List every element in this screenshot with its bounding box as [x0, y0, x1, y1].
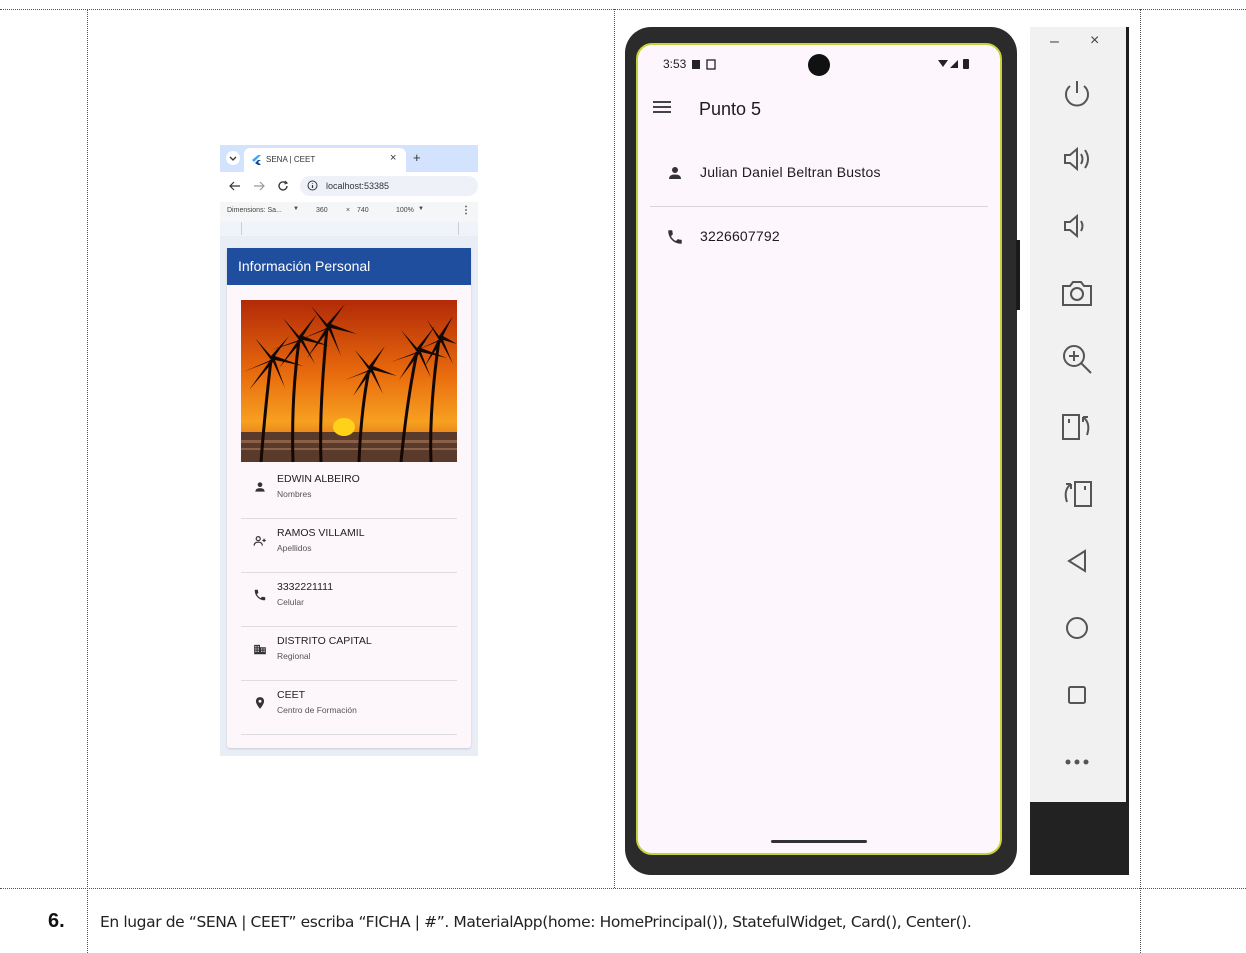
item-title: CEET — [277, 689, 306, 701]
app-bar: Información Personal — [227, 248, 471, 285]
tile-text: 3226607792 — [700, 228, 780, 244]
forward-arrow-icon[interactable] — [253, 181, 265, 191]
phone-icon — [668, 230, 682, 244]
tab-close-button[interactable]: × — [390, 152, 396, 164]
status-time: 3:53 — [663, 57, 687, 71]
person-add-icon — [253, 536, 266, 546]
item-subtitle: Nombres — [277, 489, 312, 499]
table-col-divider-2 — [614, 9, 615, 888]
app-title: Punto 5 — [699, 99, 762, 119]
dimensions-select[interactable]: Dimensions: Sa... — [227, 207, 282, 214]
back-arrow-icon[interactable] — [229, 181, 241, 191]
more-icon[interactable] — [1059, 744, 1095, 780]
item-title: DISTRITO CAPITAL — [277, 635, 372, 647]
chevron-down-icon — [229, 156, 237, 161]
rotate-right-icon[interactable] — [1059, 476, 1095, 512]
item-subtitle: Centro de Formación — [277, 705, 357, 715]
emulator-toolbar: – × — [1030, 27, 1126, 802]
browser-tab[interactable]: SENA | CEET × — [244, 148, 406, 172]
table-border-top — [0, 9, 1246, 10]
row-number: 6. — [48, 910, 65, 932]
item-title: EDWIN ALBEIRO — [277, 473, 360, 485]
devtools-ruler — [220, 222, 478, 236]
close-button[interactable]: × — [1090, 32, 1099, 50]
app-bar-title: Información Personal — [238, 258, 371, 274]
status-system-icons — [938, 59, 969, 69]
more-vert-icon[interactable]: ⋮ — [461, 205, 471, 216]
flutter-logo-icon — [252, 155, 261, 165]
sunset-palms-image — [241, 300, 457, 462]
caret-down-icon: ▼ — [293, 206, 299, 212]
home-icon[interactable] — [1059, 610, 1095, 646]
phone-screen: 3:53 Punto 5 Julian Daniel Beltran Busto… — [636, 43, 1002, 855]
devtools-device-toolbar: Dimensions: Sa... ▼ 360 × 740 100% ▼ ⋮ — [220, 202, 478, 223]
item-subtitle: Apellidos — [277, 543, 312, 553]
overview-icon[interactable] — [1059, 677, 1095, 713]
reload-icon[interactable] — [277, 180, 289, 192]
location-pin-icon — [255, 697, 265, 709]
power-icon[interactable] — [1059, 75, 1095, 111]
zoom-select[interactable]: 100% — [396, 207, 414, 214]
caret-down-icon: ▼ — [418, 206, 424, 212]
item-title: 3332221111 — [277, 581, 334, 593]
tab-title: SENA | CEET — [266, 155, 316, 164]
emulator-background — [1030, 802, 1129, 875]
info-card: Información Personal EDWIN ALBEIRO Nombr… — [227, 248, 471, 748]
list-item-apellidos[interactable]: RAMOS VILLAMIL Apellidos — [241, 518, 457, 573]
item-subtitle: Regional — [277, 651, 311, 661]
address-bar-row: localhost:53385 — [220, 172, 478, 202]
item-title: RAMOS VILLAMIL — [277, 527, 365, 539]
volume-up-icon[interactable] — [1059, 141, 1095, 177]
tile-text: Julian Daniel Beltran Bustos — [700, 164, 881, 180]
omnibox[interactable]: localhost:53385 — [300, 176, 478, 196]
item-subtitle: Celular — [277, 597, 304, 607]
status-notification-icons — [692, 59, 716, 70]
list-item-nombres[interactable]: EDWIN ALBEIRO Nombres — [241, 464, 457, 519]
list-tile-phone[interactable]: 3226607792 — [650, 206, 988, 268]
front-camera — [808, 54, 830, 76]
width-input[interactable]: 360 — [316, 207, 328, 214]
browser-tab-bar: SENA | CEET × + — [220, 145, 478, 172]
height-input[interactable]: 740 — [357, 207, 369, 214]
list-item-celular[interactable]: 3332221111 Celular — [241, 572, 457, 627]
volume-down-icon[interactable] — [1059, 208, 1095, 244]
phone-icon — [254, 589, 266, 601]
list-item-regional[interactable]: DISTRITO CAPITAL Regional — [241, 626, 457, 681]
list-item-centro[interactable]: CEET Centro de Formación — [241, 680, 457, 735]
gesture-home-bar[interactable] — [771, 840, 867, 843]
table-col-divider-1 — [87, 9, 88, 953]
table-row-divider — [0, 888, 1246, 889]
browser-screenshot: SENA | CEET × + localhost:53385 Dimensio… — [220, 145, 478, 756]
minimize-button[interactable]: – — [1050, 33, 1059, 51]
zoom-in-icon[interactable] — [1059, 341, 1095, 377]
camera-icon[interactable] — [1059, 275, 1095, 311]
back-icon[interactable] — [1059, 543, 1095, 579]
new-tab-button[interactable]: + — [413, 150, 421, 165]
ide-edge — [1126, 27, 1129, 802]
url-text: localhost:53385 — [326, 181, 390, 191]
phone-side-button — [1016, 240, 1020, 310]
ruler-marks — [241, 222, 459, 235]
list-tile-name[interactable]: Julian Daniel Beltran Bustos — [650, 142, 988, 204]
tab-list-button[interactable] — [226, 151, 240, 165]
menu-icon[interactable] — [653, 100, 671, 114]
business-icon — [254, 644, 266, 655]
person-icon — [669, 167, 681, 179]
person-icon — [255, 482, 265, 492]
info-icon — [307, 180, 318, 191]
instruction-text: En lugar de “SENA | CEET” escriba “FICHA… — [100, 913, 972, 931]
table-col-divider-3 — [1140, 9, 1141, 953]
times-sign: × — [346, 207, 351, 214]
rotate-left-icon[interactable] — [1059, 409, 1095, 445]
